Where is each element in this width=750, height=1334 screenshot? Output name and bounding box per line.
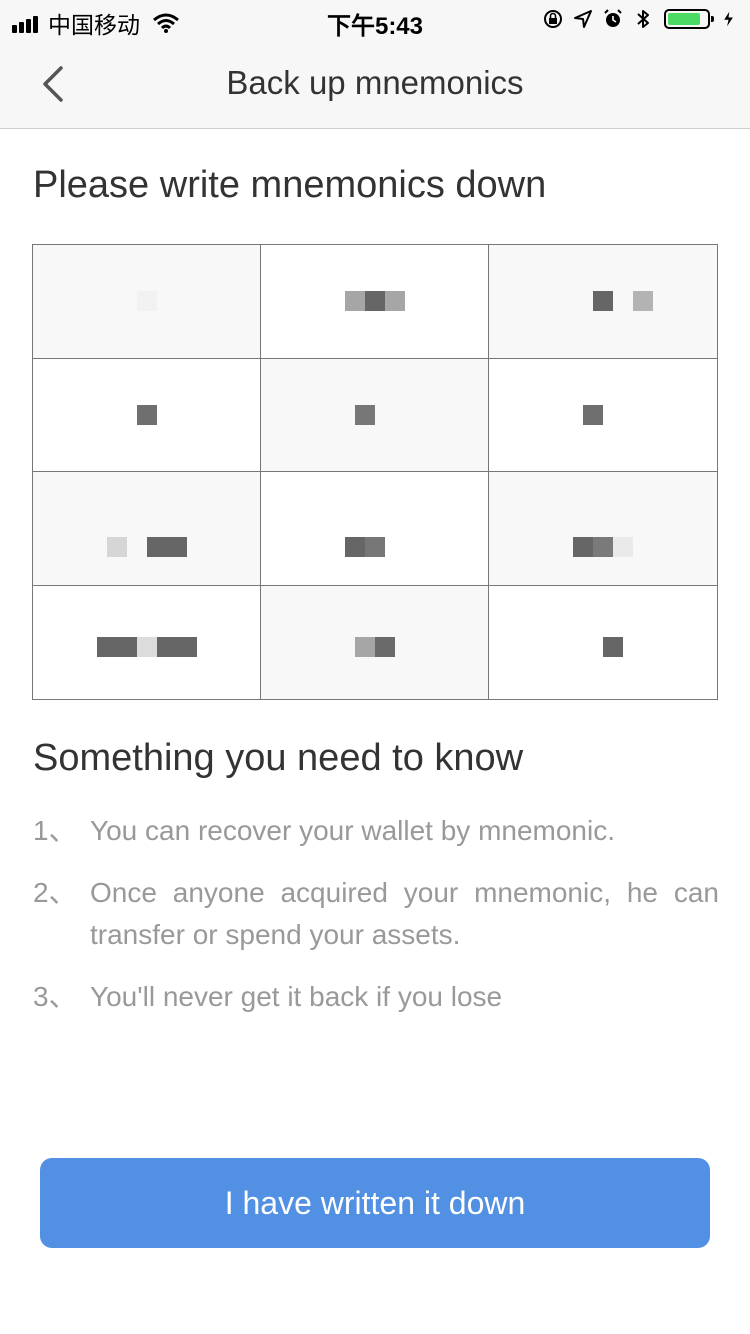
written-down-button[interactable]: I have written it down — [40, 1158, 710, 1248]
redacted-word — [354, 404, 375, 425]
notice-text: You'll never get it back if you lose — [90, 981, 503, 1012]
battery-fill — [668, 13, 701, 25]
notice-item: 2、 Once anyone acquired your mnemonic, h… — [33, 872, 719, 956]
location-icon — [574, 10, 592, 28]
mnemonic-word-10 — [33, 585, 261, 699]
mnemonic-word-2 — [261, 245, 489, 359]
battery-icon — [664, 9, 714, 29]
notice-heading: Something you need to know — [33, 737, 524, 779]
notice-item: 1、 You can recover your wallet by mnemon… — [33, 810, 719, 852]
redacted-word — [354, 637, 395, 658]
mnemonic-word-6 — [489, 359, 717, 472]
mnemonic-word-1 — [33, 245, 261, 359]
mnemonic-word-4 — [33, 358, 261, 472]
nav-bar: Back up mnemonics — [0, 40, 750, 129]
bluetooth-icon — [637, 10, 649, 28]
redacted-word — [96, 637, 197, 658]
redacted-word — [136, 291, 157, 312]
redacted-word — [136, 404, 157, 425]
redacted-word — [593, 291, 653, 312]
notice-text: You can recover your wallet by mnemonic. — [90, 815, 615, 846]
mnemonic-grid — [32, 244, 718, 700]
redacted-word — [344, 537, 385, 558]
notice-number: 1、 — [33, 815, 77, 846]
mnemonic-word-9 — [489, 472, 717, 586]
redacted-word — [573, 537, 633, 558]
mnemonic-heading: Please write mnemonics down — [33, 164, 547, 206]
page-title: Back up mnemonics — [226, 64, 524, 101]
mnemonic-word-8 — [261, 472, 489, 586]
notice-number: 3、 — [33, 981, 77, 1012]
charging-icon — [724, 11, 733, 27]
redacted-word — [106, 537, 187, 558]
redacted-word — [583, 404, 603, 425]
mnemonic-word-3 — [489, 245, 717, 359]
notice-number: 2、 — [33, 877, 77, 908]
alarm-icon — [604, 9, 622, 27]
notice-text: Once anyone acquired your mnemonic, he c… — [90, 877, 719, 950]
notice-item: 3、 You'll never get it back if you lose — [33, 976, 719, 1018]
mnemonic-word-12 — [489, 586, 717, 700]
mnemonic-word-5 — [261, 358, 489, 472]
mnemonic-word-7 — [33, 472, 261, 586]
status-bar: 中国移动 下午5:43 — [0, 0, 750, 40]
orientation-lock-icon — [544, 10, 562, 28]
redacted-word — [344, 291, 405, 312]
notice-list: 1、 You can recover your wallet by mnemon… — [33, 810, 719, 1038]
redacted-word — [603, 637, 623, 658]
mnemonic-word-11 — [261, 585, 489, 699]
